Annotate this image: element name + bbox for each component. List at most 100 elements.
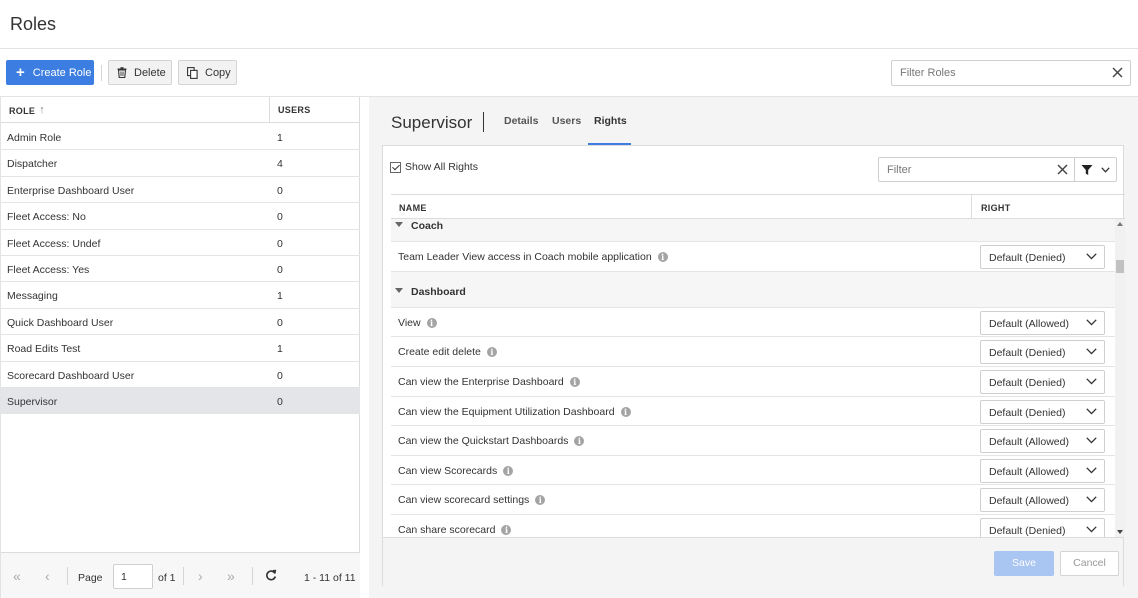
role-user-count: 0 [277,211,283,224]
role-user-count: 4 [277,158,283,171]
close-icon[interactable] [1112,67,1123,78]
sort-ascending-icon: ↑ [39,104,46,116]
column-header-role[interactable]: ROLE ↑ [9,104,46,117]
info-icon[interactable]: i [426,317,437,328]
chevron-down-icon [1086,378,1097,385]
info-icon[interactable]: i [569,377,580,387]
table-row: View i Default (Allowed) [391,307,1115,338]
table-row[interactable]: Fleet Access: No 0 [1,203,360,230]
right-value-dropdown[interactable]: Default (Denied) [980,518,1105,537]
scroll-up-arrow-icon[interactable] [1117,222,1123,226]
refresh-icon[interactable] [265,569,277,581]
table-row[interactable]: Road Edits Test 1 [1,335,360,362]
table-row: Can view the Equipment Utilization Dashb… [391,396,1115,427]
trash-icon [117,67,127,78]
info-icon[interactable]: i [501,525,512,535]
table-row[interactable]: Fleet Access: Yes 0 [1,256,360,283]
tab-users[interactable]: Users [552,115,581,127]
previous-page-icon[interactable]: ‹ [45,568,50,584]
delete-label: Delete [134,66,166,79]
info-icon[interactable]: i [535,495,546,506]
next-page-icon[interactable]: › [198,568,203,584]
table-row[interactable]: Enterprise Dashboard User 0 [1,177,360,204]
info-icon[interactable]: i [574,436,585,447]
pager-divider [252,567,253,585]
rights-container: Show All Rights NAME RIGHT Coach Team Lea… [382,145,1125,586]
rights-scrollbar[interactable] [1115,219,1125,537]
create-role-button[interactable]: + Create Role [6,60,94,85]
role-name: Dispatcher [7,158,58,171]
close-icon[interactable] [1057,164,1068,175]
copy-button[interactable]: Copy [178,60,237,85]
right-value-dropdown[interactable]: Default (Denied) [980,340,1105,365]
caret-down-icon[interactable] [395,287,403,293]
tab-details[interactable]: Details [504,115,538,127]
info-icon[interactable]: i [486,347,497,358]
delete-button[interactable]: Delete [108,60,172,85]
chevron-down-icon [1086,319,1097,326]
role-user-count: 0 [277,184,283,197]
rights-group-row[interactable]: Dashboard [391,271,1115,308]
page-number-input[interactable] [113,564,153,589]
filter-roles-input[interactable] [892,61,1092,85]
role-user-count: 0 [277,396,283,408]
chevron-down-icon [1086,348,1097,355]
scroll-down-arrow-icon[interactable] [1117,530,1123,534]
table-row[interactable]: Supervisor 0 [1,388,360,415]
table-row[interactable]: Admin Role 1 [1,124,360,151]
right-value-dropdown[interactable]: Default (Allowed) [980,310,1105,335]
column-header-users[interactable]: USERS [278,105,311,115]
right-value-dropdown[interactable]: Default (Allowed) [980,429,1105,454]
show-all-rights-checkbox[interactable]: Show All Rights [390,161,478,173]
right-value-dropdown[interactable]: Default (Allowed) [980,458,1105,483]
detail-title: Supervisor [391,113,473,132]
copy-icon [187,66,198,79]
column-header-right[interactable]: RIGHT [981,203,1011,213]
right-name-label: Create edit delete [398,346,481,359]
column-divider[interactable] [269,97,270,123]
rights-footer: Save Cancel [383,537,1123,586]
rights-group-row[interactable]: Coach [391,219,1115,242]
right-name-label: Can view scorecard settings [398,494,530,507]
info-icon[interactable]: i [620,406,631,417]
role-name: Fleet Access: Undef [7,237,101,250]
tab-rights[interactable]: Rights [594,115,627,127]
show-all-rights-label: Show All Rights [405,161,478,173]
caret-down-icon[interactable] [395,222,403,227]
role-detail-panel: Supervisor Details Users Rights Show All… [369,97,1138,598]
right-name: Can view the Enterprise Dashboard i [398,376,580,388]
right-name-label: Can view the Equipment Utilization Dashb… [398,405,615,418]
right-value-dropdown[interactable]: Default (Denied) [980,370,1105,394]
cancel-button[interactable]: Cancel [1060,551,1119,576]
filter-roles-field [891,60,1131,86]
right-value-dropdown[interactable]: Default (Allowed) [980,488,1105,513]
table-row[interactable]: Scorecard Dashboard User 0 [1,362,360,388]
last-page-icon[interactable]: » [227,568,235,584]
table-row[interactable]: Dispatcher 4 [1,150,360,177]
rights-filter-input[interactable] [879,158,1039,181]
column-header-name[interactable]: NAME [399,203,427,213]
chevron-down-icon [1101,166,1110,173]
role-name: Fleet Access: No [7,211,86,224]
right-value: Default (Denied) [989,252,1066,264]
scrollbar-thumb[interactable] [1116,260,1124,273]
role-user-count: 0 [277,316,283,329]
right-name-label: Can view Scorecards [398,464,498,477]
right-name: Can share scorecard i [398,524,512,536]
save-button[interactable]: Save [994,551,1054,576]
info-icon[interactable]: i [503,465,514,476]
first-page-icon[interactable]: « [13,568,21,584]
right-name-label: Can view the Quickstart Dashboards [398,435,569,448]
right-value-dropdown[interactable]: Default (Denied) [980,399,1105,424]
table-row[interactable]: Fleet Access: Undef 0 [1,230,360,256]
role-name: Quick Dashboard User [7,316,114,329]
role-name: Fleet Access: Yes [7,264,90,276]
table-row[interactable]: Messaging 1 [1,282,360,309]
filter-options-button[interactable] [1074,157,1117,182]
table-row[interactable]: Quick Dashboard User 0 [1,309,360,336]
chevron-down-icon [1086,526,1097,533]
table-row: Can view Scorecards i Default (Allowed) [391,455,1115,486]
right-value-dropdown[interactable]: Default (Denied) [980,245,1105,269]
column-divider[interactable] [971,195,972,219]
info-icon[interactable]: i [657,252,668,262]
